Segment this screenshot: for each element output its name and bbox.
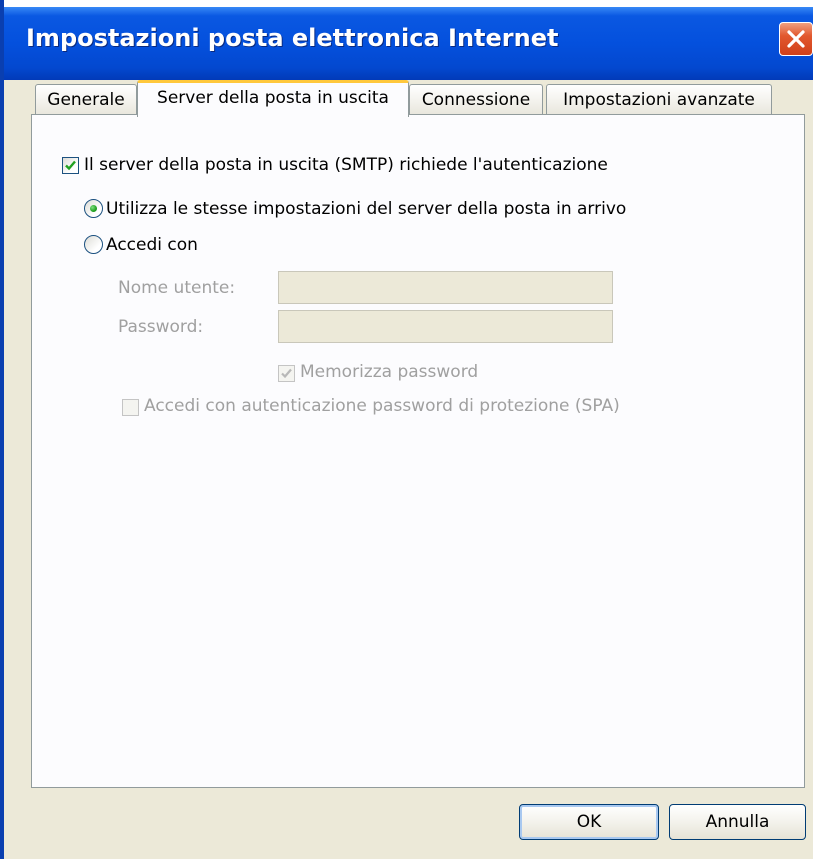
checkmark-icon [65,160,76,171]
tab-connessione[interactable]: Connessione [409,84,543,115]
close-icon [787,30,805,48]
dialog-window: Impostazioni posta elettronica Internet … [0,0,813,859]
spa-label: Accedi con autenticazione password di pr… [144,396,620,416]
tab-generale[interactable]: Generale [35,84,137,115]
password-field[interactable] [278,310,613,343]
spa-checkbox[interactable] [122,399,139,416]
username-label: Nome utente: [118,278,236,298]
password-label: Password: [118,317,204,337]
tab-panel: Il server della posta in uscita (SMTP) r… [31,114,805,788]
same-settings-radio[interactable] [84,199,103,218]
radio-selected-dot [90,205,97,212]
login-with-label: Accedi con [106,235,198,255]
checkmark-icon [281,368,292,379]
login-with-radio[interactable] [84,235,103,254]
close-button[interactable] [779,22,813,56]
tab-outgoing-server[interactable]: Server della posta in uscita [137,80,409,117]
smtp-auth-checkbox[interactable] [62,157,79,174]
tab-advanced-settings[interactable]: Impostazioni avanzate [546,84,772,115]
dialog-body: Generale Server della posta in uscita Co… [13,80,813,859]
cancel-button[interactable]: Annulla [669,804,806,840]
remember-password-checkbox[interactable] [278,365,295,382]
ok-button[interactable]: OK [519,804,659,840]
username-field[interactable] [278,271,613,304]
same-settings-label: Utilizza le stesse impostazioni del serv… [106,199,627,219]
window-title: Impostazioni posta elettronica Internet [26,24,559,52]
title-bar-top-edge [4,0,813,7]
remember-password-label: Memorizza password [300,362,479,382]
title-bar[interactable]: Impostazioni posta elettronica Internet [4,0,813,80]
smtp-auth-label: Il server della posta in uscita (SMTP) r… [84,155,608,175]
